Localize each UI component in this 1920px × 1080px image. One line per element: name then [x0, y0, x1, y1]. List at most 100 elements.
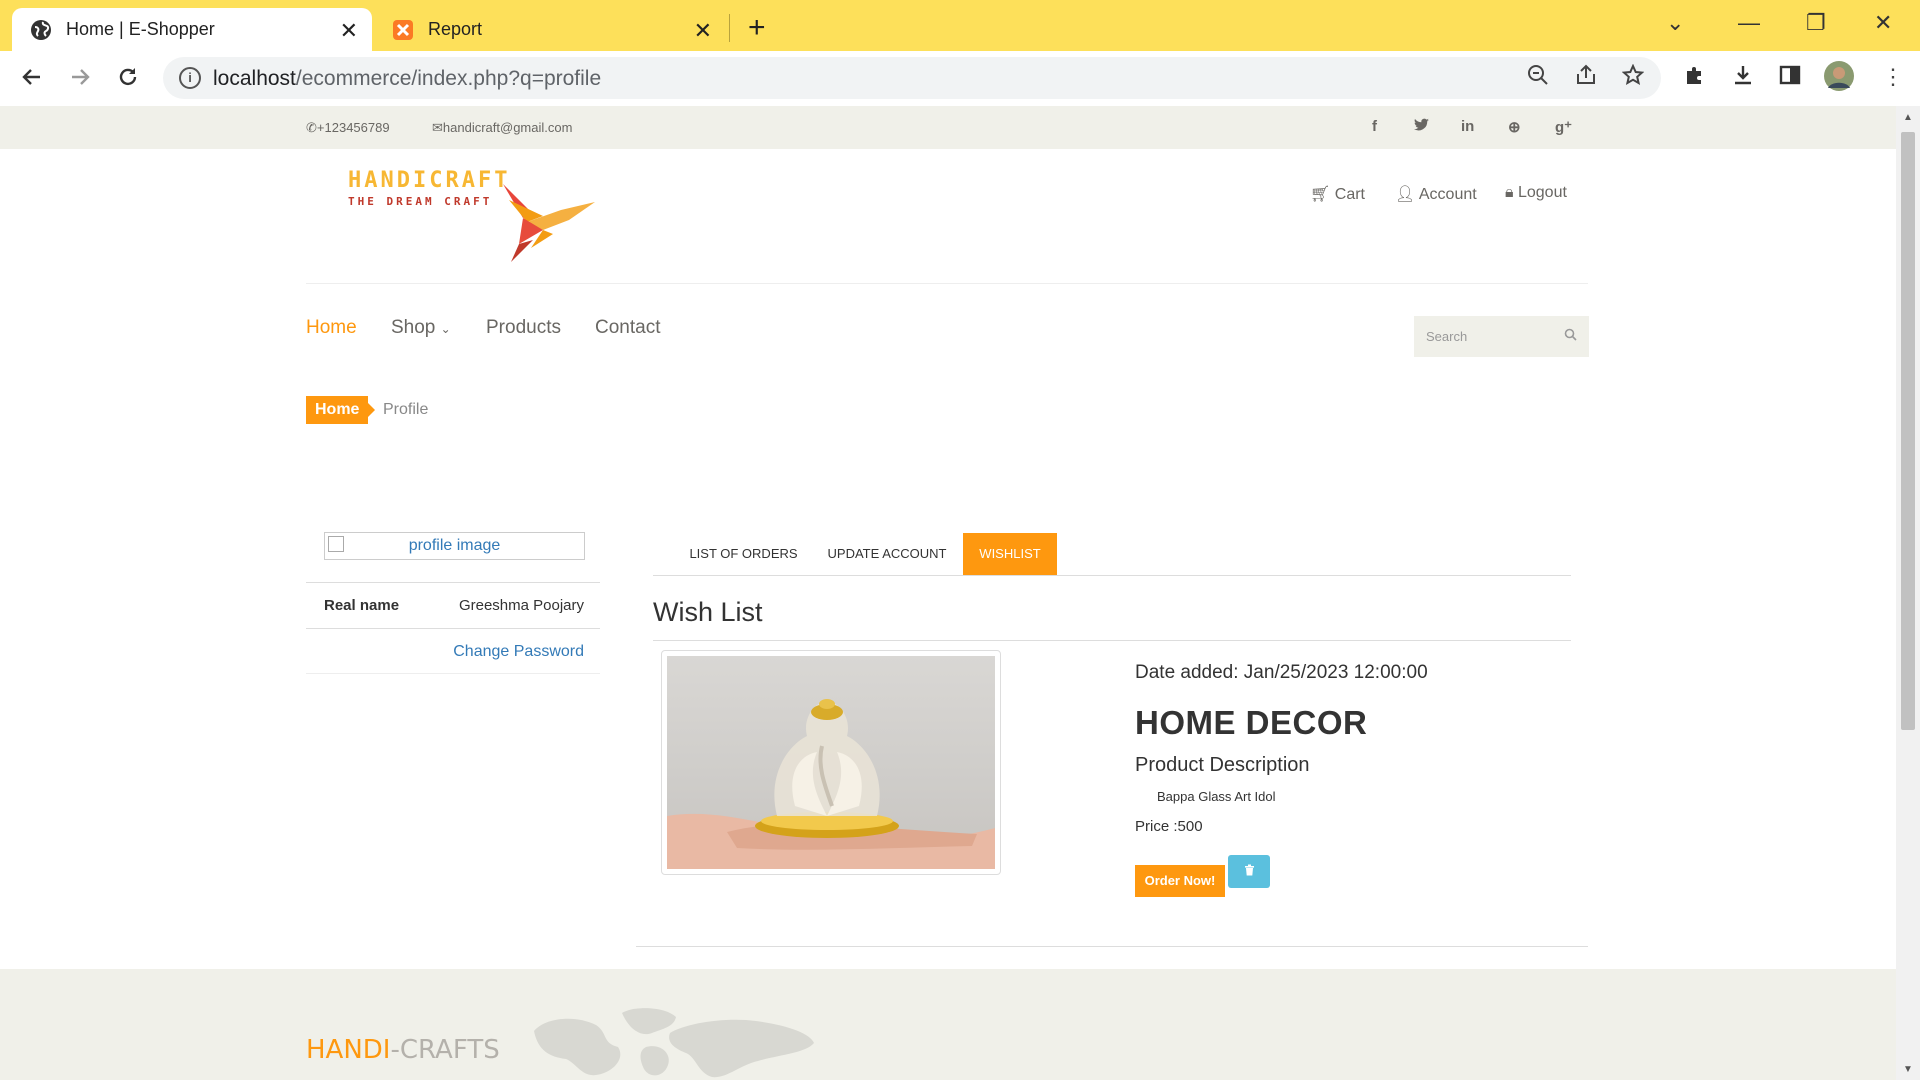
back-arrow-icon[interactable]: [20, 65, 44, 96]
url-path: /ecommerce/index.php?q=profile: [295, 67, 602, 90]
close-tab-icon[interactable]: ✕: [340, 18, 358, 44]
tabs-underline: [653, 575, 1571, 576]
twitter-icon[interactable]: [1414, 118, 1429, 135]
content-divider: [636, 946, 1588, 947]
share-icon[interactable]: [1575, 64, 1597, 92]
breadcrumb-current: Profile: [383, 401, 429, 418]
site-info-icon[interactable]: i: [179, 67, 201, 89]
logout-label: Logout: [1517, 184, 1567, 201]
logout-link[interactable]: 🔒︎ Logout: [1505, 184, 1567, 202]
product-description-heading: Product Description: [1135, 754, 1310, 776]
bookmark-star-icon[interactable]: [1621, 63, 1645, 92]
world-map-image: [534, 1008, 814, 1078]
nav-products[interactable]: Products: [486, 317, 561, 339]
breadcrumb-home[interactable]: Home: [306, 396, 376, 424]
change-password-row: Change Password: [306, 628, 600, 674]
zoom-icon[interactable]: [1527, 64, 1549, 92]
tab-title: Home | E-Shopper: [66, 19, 215, 39]
user-icon: 👤︎: [1395, 186, 1416, 203]
google-plus-icon[interactable]: g⁺: [1555, 118, 1572, 136]
browser-tab-strip: Home | E-Shopper ✕ Report ✕ + ⌄ — ❐ ✕: [0, 0, 1920, 51]
side-panel-icon[interactable]: [1779, 64, 1801, 92]
broken-image-icon: [328, 536, 344, 552]
phone-icon: ✆: [306, 120, 317, 135]
cart-label: Cart: [1334, 186, 1365, 203]
real-name-row: Real name Greeshma Poojary: [306, 582, 600, 628]
close-window-icon[interactable]: ✕: [1874, 10, 1892, 36]
url-host: localhost: [213, 67, 296, 90]
download-icon[interactable]: [1732, 64, 1754, 92]
scroll-up-icon[interactable]: ▲: [1903, 112, 1913, 123]
real-name-value: Greeshma Poojary: [458, 597, 584, 614]
avatar[interactable]: [1824, 61, 1854, 97]
address-bar[interactable]: i localhost/ecommerce/index.php?q=profil…: [163, 57, 1661, 99]
profile-image: profile image: [324, 532, 585, 560]
product-thumbnail[interactable]: [661, 650, 1001, 875]
search-icon[interactable]: [1564, 328, 1577, 344]
account-link[interactable]: 👤︎ Account: [1395, 184, 1477, 204]
account-label: Account: [1418, 186, 1477, 203]
page-viewport: ✆+123456789 ✉handicraft@gmail.com f in ⊕…: [0, 106, 1896, 1080]
trash-icon: [1244, 864, 1255, 879]
tab-divider: [729, 14, 730, 42]
nav-shop[interactable]: Shop ⌄: [391, 317, 451, 339]
facebook-icon[interactable]: f: [1372, 118, 1377, 135]
email-contact: ✉handicraft@gmail.com: [432, 120, 572, 136]
hummingbird-logo-icon: [503, 184, 595, 262]
envelope-icon: ✉: [432, 120, 443, 135]
header-top-bar: ✆+123456789 ✉handicraft@gmail.com f in ⊕…: [0, 106, 1896, 149]
nav-home[interactable]: Home: [306, 317, 357, 339]
dribbble-icon[interactable]: ⊕: [1508, 118, 1521, 136]
search-input[interactable]: Search: [1414, 316, 1589, 357]
shopping-cart-icon: 🛒︎: [1310, 186, 1331, 203]
linkedin-icon[interactable]: in: [1461, 118, 1474, 135]
date-added: Date added: Jan/25/2023 12:00:00: [1135, 662, 1428, 683]
phone-contact: ✆+123456789: [306, 120, 390, 136]
browser-tab-report[interactable]: Report ✕: [374, 8, 726, 51]
new-tab-icon[interactable]: +: [748, 11, 766, 45]
product-category: HOME DECOR: [1135, 704, 1368, 741]
footer-brand: HANDI-CRAFTS: [306, 1035, 500, 1065]
tab-update-account[interactable]: UPDATE ACCOUNT: [816, 533, 958, 575]
search-placeholder: Search: [1426, 329, 1468, 344]
cart-link[interactable]: 🛒︎ Cart: [1310, 184, 1365, 204]
page-scrollbar[interactable]: ▲ ▼: [1896, 106, 1920, 1080]
footer: HANDI-CRAFTS: [0, 969, 1896, 1080]
minimize-icon[interactable]: —: [1738, 10, 1760, 36]
profile-image-alt: profile image: [408, 537, 501, 554]
real-name-label: Real name: [324, 597, 400, 614]
wishlist-heading: Wish List: [653, 597, 763, 627]
lock-icon: 🔒︎: [1505, 184, 1514, 201]
scroll-down-icon[interactable]: ▼: [1903, 1064, 1913, 1075]
extensions-puzzle-icon[interactable]: [1684, 64, 1706, 92]
order-now-button[interactable]: Order Now!: [1135, 865, 1225, 897]
chevron-down-icon: ⌄: [440, 322, 451, 336]
restore-icon[interactable]: ❐: [1806, 10, 1826, 36]
nav-shop-label: Shop: [391, 317, 436, 338]
change-password-link[interactable]: Change Password: [453, 643, 584, 661]
wishlist-divider: [653, 640, 1571, 641]
phone-text: +123456789: [316, 120, 390, 135]
delete-wishlist-button[interactable]: [1228, 855, 1270, 888]
reload-icon[interactable]: [116, 65, 140, 96]
browser-tab-home[interactable]: Home | E-Shopper ✕: [12, 8, 372, 51]
url-text[interactable]: localhost/ecommerce/index.php?q=profile: [213, 67, 601, 91]
ganesha-idol-image: [667, 699, 995, 869]
xampp-icon: [392, 19, 414, 41]
footer-brand-accent: HANDI: [306, 1035, 391, 1065]
globe-icon: [30, 19, 52, 41]
footer-brand-rest: -CRAFTS: [390, 1035, 500, 1065]
tab-search-chevron-icon[interactable]: ⌄: [1666, 10, 1684, 36]
tab-wishlist[interactable]: WISHLIST: [963, 533, 1057, 575]
forward-arrow-icon[interactable]: [68, 65, 92, 96]
product-description: Bappa Glass Art Idol: [1157, 789, 1276, 804]
close-tab-icon[interactable]: ✕: [694, 18, 712, 44]
tab-title: Report: [428, 19, 483, 39]
scrollbar-thumb[interactable]: [1901, 132, 1915, 730]
header-divider: [306, 283, 1588, 284]
email-text: handicraft@gmail.com: [442, 120, 573, 135]
kebab-menu-icon[interactable]: ⋮: [1882, 64, 1904, 90]
nav-contact[interactable]: Contact: [595, 317, 660, 339]
tab-list-of-orders[interactable]: LIST OF ORDERS: [673, 533, 814, 575]
product-image: [667, 656, 995, 869]
